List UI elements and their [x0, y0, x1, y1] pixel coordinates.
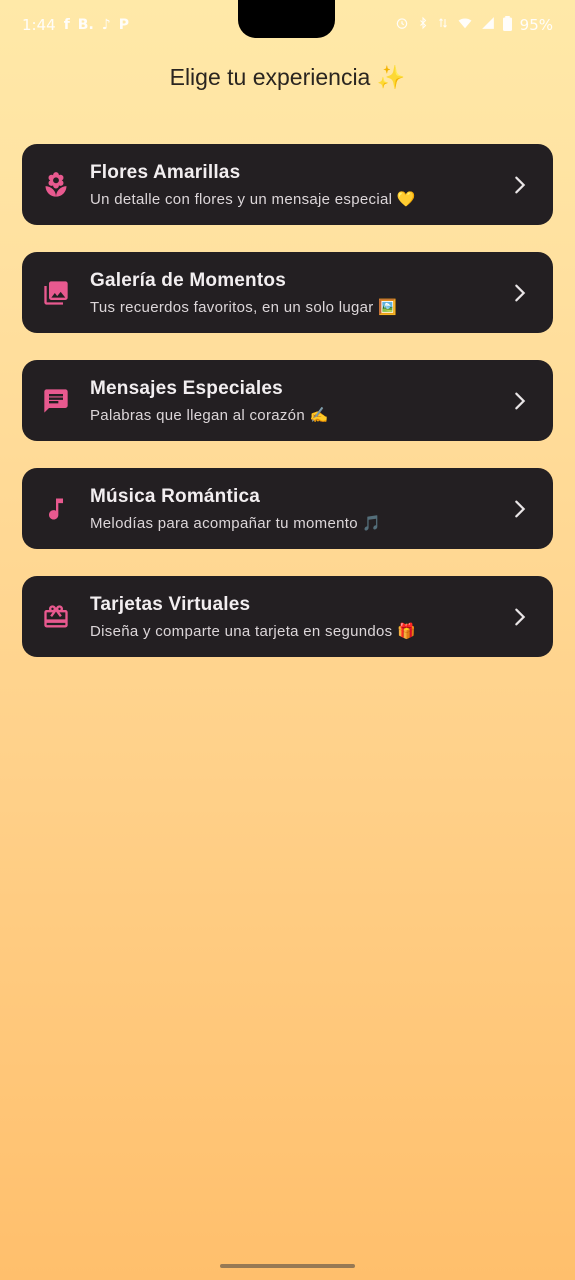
data-icon [437, 16, 449, 34]
menu-card-tarjetas-virtuales[interactable]: Tarjetas Virtuales Diseña y comparte una… [22, 576, 553, 657]
card-title: Galería de Momentos [90, 269, 286, 291]
card-title: Flores Amarillas [90, 161, 241, 183]
gesture-nav-handle[interactable] [220, 1264, 355, 1268]
music-note-icon [22, 468, 90, 549]
card-subtitle: Palabras que llegan al corazón ✍️ [90, 406, 329, 424]
menu-card-flores-amarillas[interactable]: Flores Amarillas Un detalle con flores y… [22, 144, 553, 225]
chevron-right-icon [495, 468, 545, 549]
tiktok-icon: ♪ [101, 17, 111, 33]
status-right: 95% [395, 15, 553, 35]
card-subtitle: Un detalle con flores y un mensaje espec… [90, 190, 416, 208]
camera-notch [238, 0, 335, 38]
message-icon [22, 360, 90, 441]
battery-percent: 95% [519, 16, 553, 34]
card-text: Galería de Momentos Tus recuerdos favori… [90, 270, 495, 316]
menu-list: Flores Amarillas Un detalle con flores y… [22, 144, 553, 657]
signal-icon [481, 16, 495, 34]
card-subtitle: Diseña y comparte una tarjeta en segundo… [90, 622, 416, 640]
chevron-right-icon [495, 252, 545, 333]
card-title: Mensajes Especiales [90, 377, 283, 399]
card-subtitle: Tus recuerdos favoritos, en un solo luga… [90, 298, 397, 316]
card-text: Tarjetas Virtuales Diseña y comparte una… [90, 594, 495, 640]
card-subtitle: Melodías para acompañar tu momento 🎵 [90, 514, 382, 532]
wifi-icon [457, 16, 473, 34]
photo-library-icon [22, 252, 90, 333]
facebook-icon: f [63, 17, 70, 33]
card-text: Mensajes Especiales Palabras que llegan … [90, 378, 495, 424]
status-left: 1:44 f B. ♪ P [22, 16, 129, 34]
b-app-icon: B. [77, 17, 94, 33]
chevron-right-icon [495, 144, 545, 225]
menu-card-galeria-de-momentos[interactable]: Galería de Momentos Tus recuerdos favori… [22, 252, 553, 333]
alarm-icon [395, 16, 409, 34]
chevron-right-icon [495, 360, 545, 441]
card-text: Flores Amarillas Un detalle con flores y… [90, 162, 495, 208]
status-time: 1:44 [22, 16, 56, 34]
card-title: Tarjetas Virtuales [90, 593, 251, 615]
menu-card-mensajes-especiales[interactable]: Mensajes Especiales Palabras que llegan … [22, 360, 553, 441]
page-title: Elige tu experiencia ✨ [169, 64, 406, 90]
battery-icon [502, 15, 512, 35]
chevron-right-icon [495, 576, 545, 657]
menu-card-musica-romantica[interactable]: Música Romántica Melodías para acompañar… [22, 468, 553, 549]
flower-icon [22, 144, 90, 225]
gift-card-icon [22, 576, 90, 657]
card-title: Música Romántica [90, 485, 261, 507]
p-app-icon: P [118, 17, 129, 33]
bluetooth-icon [417, 16, 429, 34]
card-text: Música Romántica Melodías para acompañar… [90, 486, 495, 532]
